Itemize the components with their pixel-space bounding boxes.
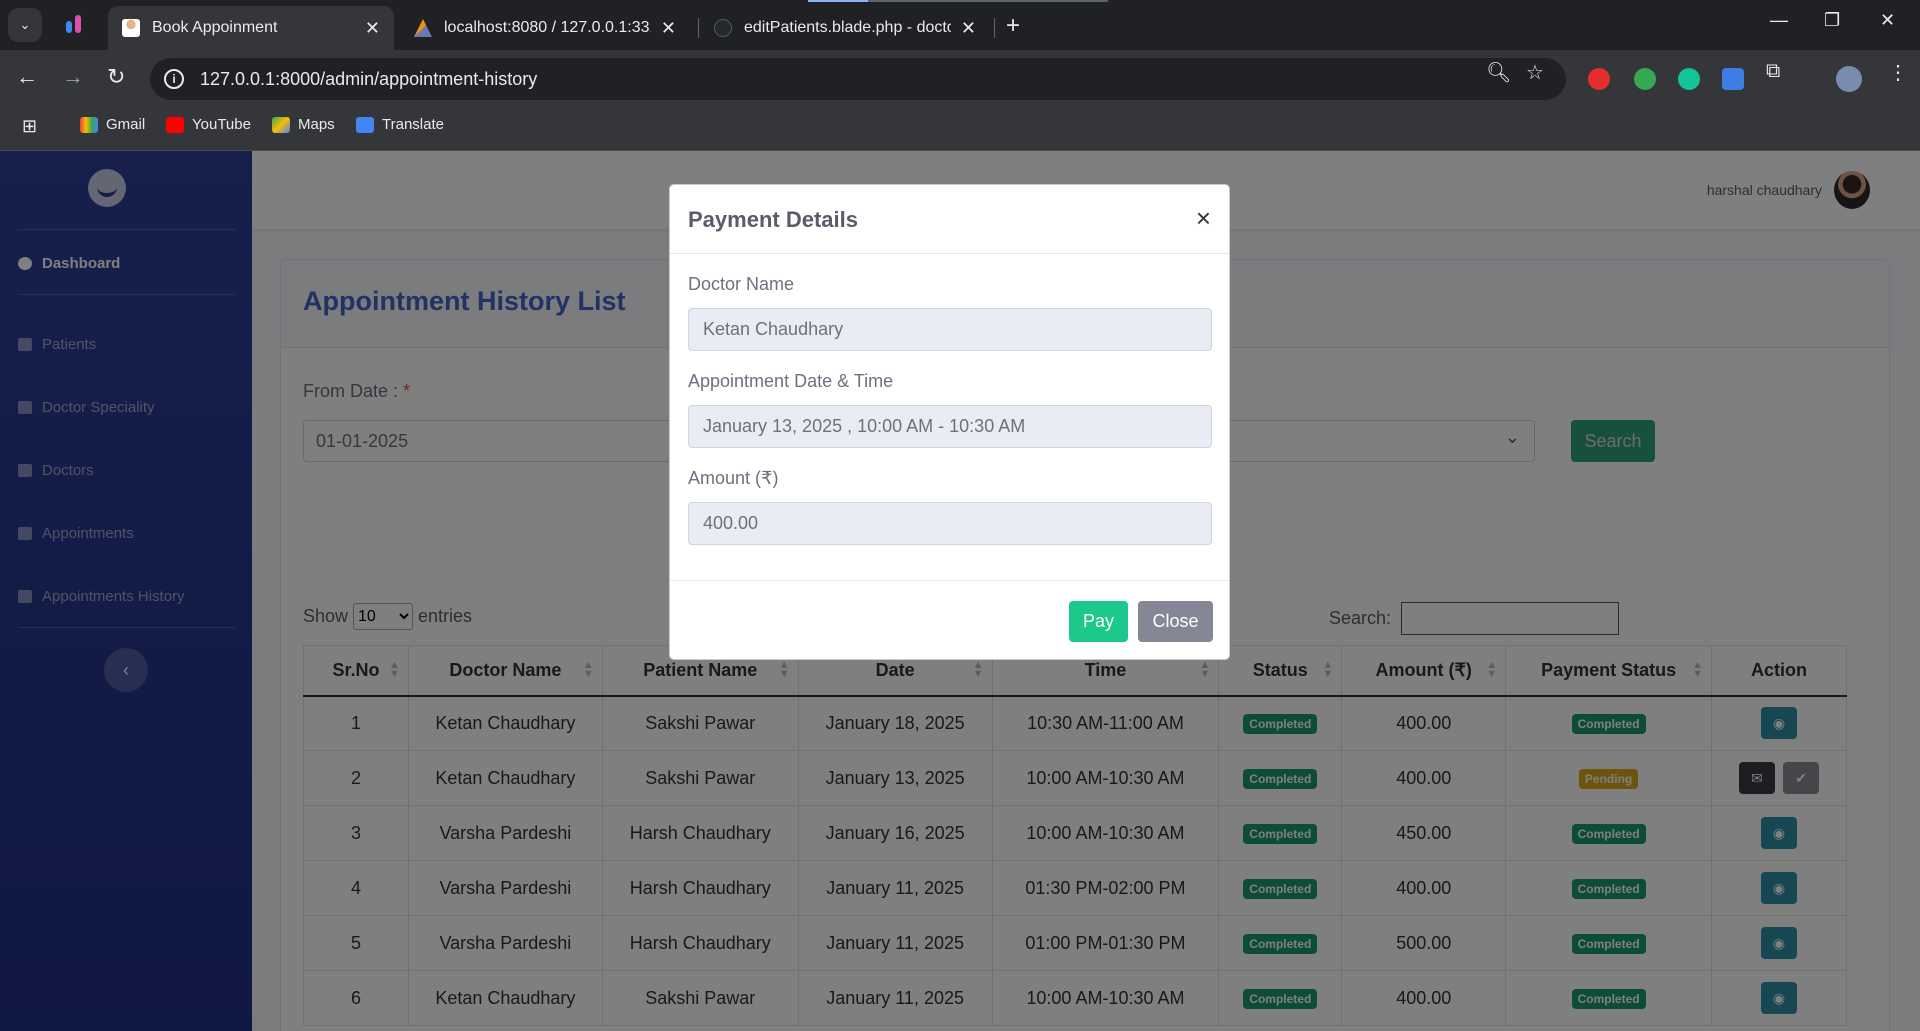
pay-button-label: Pay <box>1082 611 1115 631</box>
address-bar[interactable]: i 127.0.0.1:8000/admin/appointment-histo… <box>150 58 1566 100</box>
appointment-datetime-label: Appointment Date & Time <box>688 371 894 391</box>
close-button-label: Close <box>1152 611 1199 631</box>
doctor-name-field[interactable]: Ketan Chaudhary <box>688 308 1212 351</box>
bookmarks-bar: ⊞ Gmail YouTube Maps Translate <box>0 108 1920 151</box>
tab-title: localhost:8080 / 127.0.0.1:3310 <box>444 19 651 36</box>
tab-title: Book Appoinment <box>152 19 278 36</box>
youtube-icon <box>166 116 184 133</box>
doctor-name-label: Doctor Name <box>688 274 795 294</box>
close-tab-icon[interactable]: ✕ <box>365 18 380 39</box>
back-arrow-icon[interactable]: ← <box>16 64 38 90</box>
tab-phpmyadmin[interactable]: localhost:8080 / 127.0.0.1:3310 ✕ <box>400 6 690 50</box>
grammarly-extension-icon[interactable] <box>1678 68 1700 90</box>
tab-search-button[interactable]: ⌄ <box>8 8 42 42</box>
modal-footer: Pay Close <box>670 580 1229 659</box>
tab-title: editPatients.blade.php - doctor <box>744 19 951 36</box>
gmail-icon <box>80 116 98 133</box>
extensions-puzzle-icon[interactable]: ⧉ <box>1766 60 1780 83</box>
browser-chrome: ⌄ Book Appoinment ✕ localhost:8080 / 127… <box>0 0 1920 151</box>
minimize-icon[interactable]: — <box>1770 10 1788 31</box>
apps-grid-icon[interactable]: ⊞ <box>22 116 37 137</box>
browser-toolbar: ← → ↻ i 127.0.0.1:8000/admin/appointment… <box>0 50 1920 108</box>
doctor-name-value: Ketan Chaudhary <box>703 319 844 339</box>
amount-label: Amount (₹) <box>688 468 779 488</box>
bookmark-label: YouTube <box>192 116 251 133</box>
extension-icon[interactable] <box>1634 68 1656 90</box>
tab-divider <box>994 18 995 38</box>
appointment-datetime-value: January 13, 2025 , 10:00 AM - 10:30 AM <box>703 416 1026 436</box>
maps-icon <box>272 116 290 133</box>
tab-divider <box>698 18 699 38</box>
bookmark-label: Gmail <box>106 116 146 133</box>
modal-title: Payment Details <box>688 207 858 232</box>
profile-avatar[interactable] <box>1836 66 1862 92</box>
site-info-icon[interactable]: i <box>164 69 184 89</box>
phpmyadmin-favicon-icon <box>414 19 432 37</box>
modal-header: Payment Details × <box>670 185 1229 254</box>
pay-button[interactable]: Pay <box>1069 601 1128 642</box>
forward-arrow-icon[interactable]: → <box>62 64 84 90</box>
appointment-datetime-field[interactable]: January 13, 2025 , 10:00 AM - 10:30 AM <box>688 405 1212 448</box>
bookmark-translate[interactable]: Translate <box>356 116 444 133</box>
github-favicon-icon <box>714 19 732 37</box>
amount-field[interactable]: 400.00 <box>688 502 1212 545</box>
fi-extension-icon[interactable] <box>1722 68 1744 90</box>
bookmark-maps[interactable]: Maps <box>272 116 335 133</box>
close-window-icon[interactable]: ✕ <box>1880 10 1895 31</box>
payment-details-modal: Payment Details × Doctor Name Ketan Chau… <box>669 184 1230 660</box>
bookmark-gmail[interactable]: Gmail <box>80 116 145 133</box>
close-icon[interactable]: × <box>1196 203 1211 234</box>
doctor-favicon-icon <box>122 19 140 37</box>
bookmark-label: Translate <box>382 116 444 133</box>
tab-edit-patients[interactable]: editPatients.blade.php - doctor ✕ <box>700 6 990 50</box>
browser-menu-icon[interactable]: ⋮ <box>1888 60 1908 85</box>
close-tab-icon[interactable]: ✕ <box>961 18 976 39</box>
close-button[interactable]: Close <box>1138 601 1213 642</box>
bookmark-star-icon[interactable]: ☆ <box>1526 60 1544 85</box>
url-text[interactable]: 127.0.0.1:8000/admin/appointment-history <box>200 69 537 90</box>
amount-value: 400.00 <box>703 513 759 533</box>
new-tab-icon[interactable]: + <box>1006 12 1020 40</box>
restore-icon[interactable]: ❐ <box>1824 10 1840 31</box>
extension-logo-icon[interactable] <box>64 13 84 35</box>
tab-book-appointment[interactable]: Book Appoinment ✕ <box>108 6 394 50</box>
bookmark-youtube[interactable]: YouTube <box>166 116 251 133</box>
reload-icon[interactable]: ↻ <box>107 64 125 90</box>
tab-bar: ⌄ Book Appoinment ✕ localhost:8080 / 127… <box>0 0 1920 50</box>
translate-icon <box>356 116 374 133</box>
loading-indicator <box>808 0 1108 2</box>
zoom-icon[interactable]: 🔍︎ <box>1486 60 1511 85</box>
close-tab-icon[interactable]: ✕ <box>661 18 676 39</box>
bookmark-label: Maps <box>298 116 335 133</box>
adblock-extension-icon[interactable] <box>1588 68 1610 90</box>
